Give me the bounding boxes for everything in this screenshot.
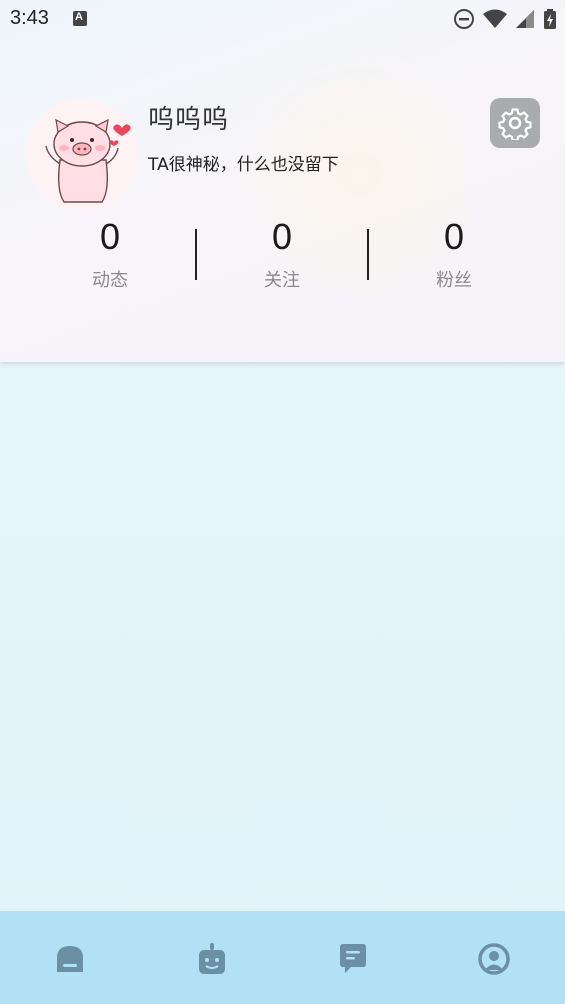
- nav-profile[interactable]: [476, 941, 512, 977]
- pig-avatar-icon: [26, 98, 138, 210]
- stat-followers[interactable]: 0 粉丝: [394, 214, 514, 292]
- stat-posts-label: 动态: [92, 270, 128, 291]
- message-icon: [340, 944, 366, 973]
- signal-icon: [516, 10, 534, 28]
- gear-icon: [498, 108, 532, 140]
- nav-robot[interactable]: [194, 941, 230, 977]
- stat-following[interactable]: 0 关注: [222, 214, 342, 292]
- username: 呜呜呜: [148, 105, 230, 135]
- user-bio: TA很神秘，什么也没留下: [148, 155, 339, 175]
- do-not-disturb-icon: [454, 9, 474, 29]
- battery-charging-icon: [544, 9, 556, 29]
- robot-icon: [199, 943, 225, 974]
- nav-home[interactable]: [52, 941, 88, 977]
- home-icon: [57, 946, 83, 972]
- stat-posts[interactable]: 0 动态: [50, 214, 170, 292]
- bottom-nav: [0, 911, 565, 1004]
- stat-following-value: 0: [271, 216, 293, 257]
- status-time: 3:43: [10, 7, 49, 29]
- stat-posts-value: 0: [99, 216, 121, 257]
- status-bar: 3:43 A: [0, 0, 565, 38]
- wifi-icon: [483, 9, 507, 28]
- stat-divider: [195, 229, 197, 280]
- notification-icon: A: [73, 11, 87, 26]
- stat-followers-value: 0: [443, 216, 465, 257]
- stat-divider: [367, 229, 369, 280]
- stat-following-label: 关注: [264, 270, 300, 291]
- settings-button[interactable]: [490, 98, 540, 148]
- profile-icon: [478, 943, 510, 975]
- nav-messages[interactable]: [335, 941, 371, 977]
- avatar[interactable]: [26, 98, 138, 210]
- stat-followers-label: 粉丝: [436, 270, 472, 291]
